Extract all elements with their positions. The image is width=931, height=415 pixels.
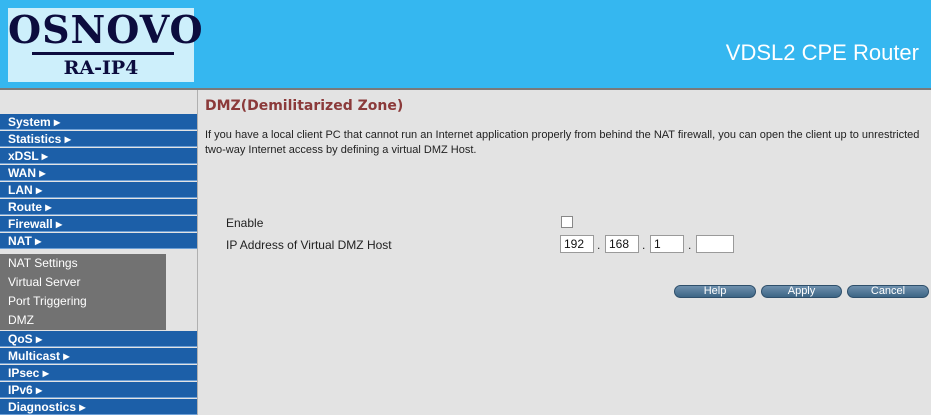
sidebar-item-qos[interactable]: QoS ▸ [0, 331, 197, 347]
cancel-button[interactable]: Cancel [847, 285, 929, 298]
sidebar-item-ipv6[interactable]: IPv6 ▸ [0, 382, 197, 398]
help-button[interactable]: Help [674, 285, 756, 298]
sidebar-item-ipsec[interactable]: IPsec ▸ [0, 365, 197, 381]
sidebar-item-system[interactable]: System ▸ [0, 114, 197, 130]
ip-octet-4-input[interactable] [696, 235, 734, 253]
sidebar-subitem-port-triggering[interactable]: Port Triggering [0, 292, 197, 311]
ip-separator: . [597, 238, 601, 252]
page-title: DMZ(Demilitarized Zone) [205, 98, 404, 114]
enable-label: Enable [226, 216, 264, 230]
sidebar-item-multicast[interactable]: Multicast ▸ [0, 348, 197, 364]
sidebar-subitem-label: NAT Settings [0, 254, 166, 273]
sidebar-subitem-dmz[interactable]: DMZ [0, 311, 197, 330]
sidebar-item-firewall[interactable]: Firewall ▸ [0, 216, 197, 232]
ip-octet-1-input[interactable]: 192 [560, 235, 594, 253]
logo-underline [32, 52, 174, 55]
header-banner: OSNOVO RA-IP4 VDSL2 CPE Router [0, 0, 931, 88]
sidebar-subitem-label: DMZ [0, 311, 166, 330]
page-description: If you have a local client PC that canno… [205, 129, 920, 156]
sidebar-item-lan[interactable]: LAN ▸ [0, 182, 197, 198]
sidebar-item-wan[interactable]: WAN ▸ [0, 165, 197, 181]
ip-address-label: IP Address of Virtual DMZ Host [226, 238, 392, 252]
logo: OSNOVO RA-IP4 [8, 7, 204, 82]
logo-model-text: RA-IP4 [63, 57, 139, 79]
sidebar-subitem-label: Port Triggering [0, 292, 166, 311]
enable-checkbox[interactable] [561, 216, 573, 228]
sidebar-subitem-label: Virtual Server [0, 273, 166, 292]
router-title: VDSL2 CPE Router [725, 40, 919, 65]
ip-octet-3-input[interactable]: 1 [650, 235, 684, 253]
sidebar-item-diagnostics[interactable]: Diagnostics ▸ [0, 399, 197, 415]
sidebar-item-route[interactable]: Route ▸ [0, 199, 197, 215]
sidebar-item-statistics[interactable]: Statistics ▸ [0, 131, 197, 147]
sidebar-nav: System ▸ Statistics ▸ xDSL ▸ WAN ▸ LAN ▸… [0, 90, 197, 415]
ip-separator: . [642, 238, 646, 252]
apply-button[interactable]: Apply [761, 285, 842, 298]
sidebar-item-xdsl[interactable]: xDSL ▸ [0, 148, 197, 164]
logo-main-text: OSNOVO [8, 7, 204, 52]
sidebar-subitem-virtual-server[interactable]: Virtual Server [0, 273, 197, 292]
ip-octet-2-input[interactable]: 168 [605, 235, 639, 253]
sidebar-subitem-nat-settings[interactable]: NAT Settings [0, 254, 197, 273]
ip-separator: . [688, 238, 692, 252]
sidebar-divider [197, 90, 198, 415]
sidebar-item-nat[interactable]: NAT ▸ [0, 233, 197, 249]
